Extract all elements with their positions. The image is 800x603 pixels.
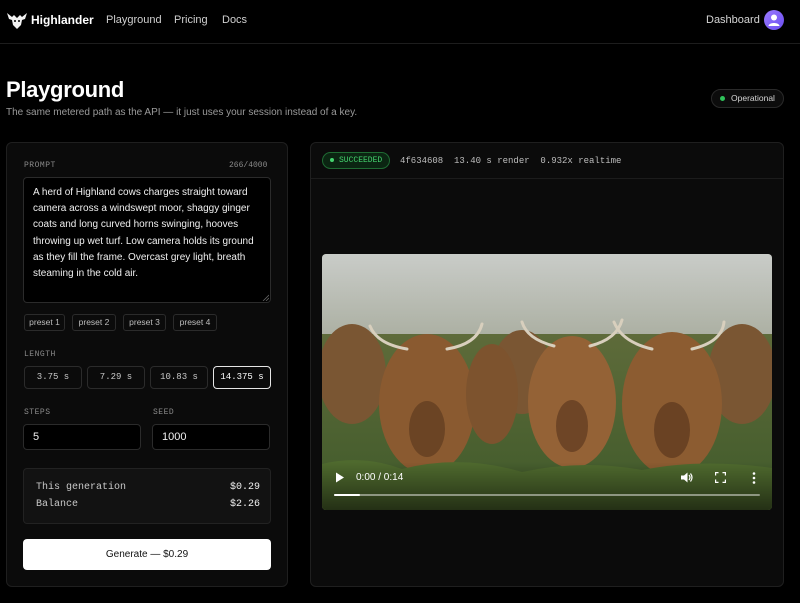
volume-icon[interactable]	[681, 472, 693, 483]
generation-form-panel: PROMPT 266/4000 A herd of Highland cows …	[6, 142, 288, 587]
prompt-textarea[interactable]: A herd of Highland cows charges straight…	[23, 177, 271, 303]
more-options-icon[interactable]	[752, 472, 756, 484]
video-player[interactable]: 0:00 / 0:14	[322, 254, 772, 510]
page-subtitle: The same metered path as the API — it ju…	[6, 107, 358, 118]
preset-1-button[interactable]: preset 1	[24, 314, 65, 331]
status-badge-label: Operational	[731, 93, 775, 103]
result-panel: SUCCEEDED 4f634608 13.40 s render 0.932x…	[310, 142, 784, 587]
length-option-10-83[interactable]: 10.83 s	[150, 366, 208, 389]
fullscreen-icon[interactable]	[715, 472, 726, 483]
status-dot-icon	[720, 96, 725, 101]
nav-link-pricing[interactable]: Pricing	[174, 14, 208, 26]
length-option-7-29[interactable]: 7.29 s	[87, 366, 145, 389]
result-header: SUCCEEDED 4f634608 13.40 s render 0.932x…	[311, 143, 783, 179]
nav-link-docs[interactable]: Docs	[222, 14, 247, 26]
balance-value: $2.26	[229, 499, 260, 510]
video-progress-fill	[334, 494, 360, 496]
status-badge: Operational	[711, 89, 784, 108]
steps-label: STEPS	[24, 408, 51, 417]
success-dot-icon	[330, 158, 334, 162]
highlander-logo-icon[interactable]	[6, 11, 28, 31]
length-option-3-75[interactable]: 3.75 s	[24, 366, 82, 389]
cost-summary: This generation $0.29 Balance $2.26	[23, 468, 271, 524]
prompt-char-counter: 266/4000	[229, 161, 268, 170]
play-icon[interactable]	[335, 472, 345, 483]
prompt-label: PROMPT	[24, 161, 56, 170]
page-title: Playground	[6, 77, 125, 102]
job-status-badge: SUCCEEDED	[322, 152, 391, 169]
steps-input[interactable]: 5	[23, 424, 141, 450]
resize-grip-icon[interactable]	[262, 294, 269, 301]
user-icon	[768, 14, 780, 26]
avatar[interactable]	[764, 10, 784, 30]
top-nav: Highlander Playground Pricing Docs Dashb…	[0, 0, 800, 44]
balance-label: Balance	[36, 499, 79, 510]
preset-4-button[interactable]: preset 4	[173, 314, 217, 331]
job-meta: 4f634608 13.40 s render 0.932x realtime	[400, 156, 622, 166]
generation-cost-label: This generation	[36, 482, 127, 493]
length-option-14-375[interactable]: 14.375 s	[213, 366, 271, 389]
generation-cost-value: $0.29	[229, 482, 260, 493]
generate-button[interactable]: Generate — $0.29	[23, 539, 271, 570]
video-time: 0:00 / 0:14	[356, 472, 404, 483]
preset-3-button[interactable]: preset 3	[123, 314, 166, 331]
preset-2-button[interactable]: preset 2	[72, 314, 116, 331]
seed-input[interactable]: 1000	[152, 424, 270, 450]
cost-row-balance: Balance $2.26	[36, 499, 260, 510]
nav-link-playground[interactable]: Playground	[106, 14, 162, 26]
brand-name[interactable]: Highlander	[31, 13, 94, 27]
nav-link-dashboard[interactable]: Dashboard	[706, 14, 760, 26]
cost-row-generation: This generation $0.29	[36, 482, 260, 493]
length-label: LENGTH	[24, 350, 56, 359]
job-status-label: SUCCEEDED	[339, 156, 383, 165]
video-controls	[322, 462, 772, 510]
seed-label: SEED	[153, 408, 175, 417]
video-progress-bar[interactable]	[334, 494, 760, 496]
